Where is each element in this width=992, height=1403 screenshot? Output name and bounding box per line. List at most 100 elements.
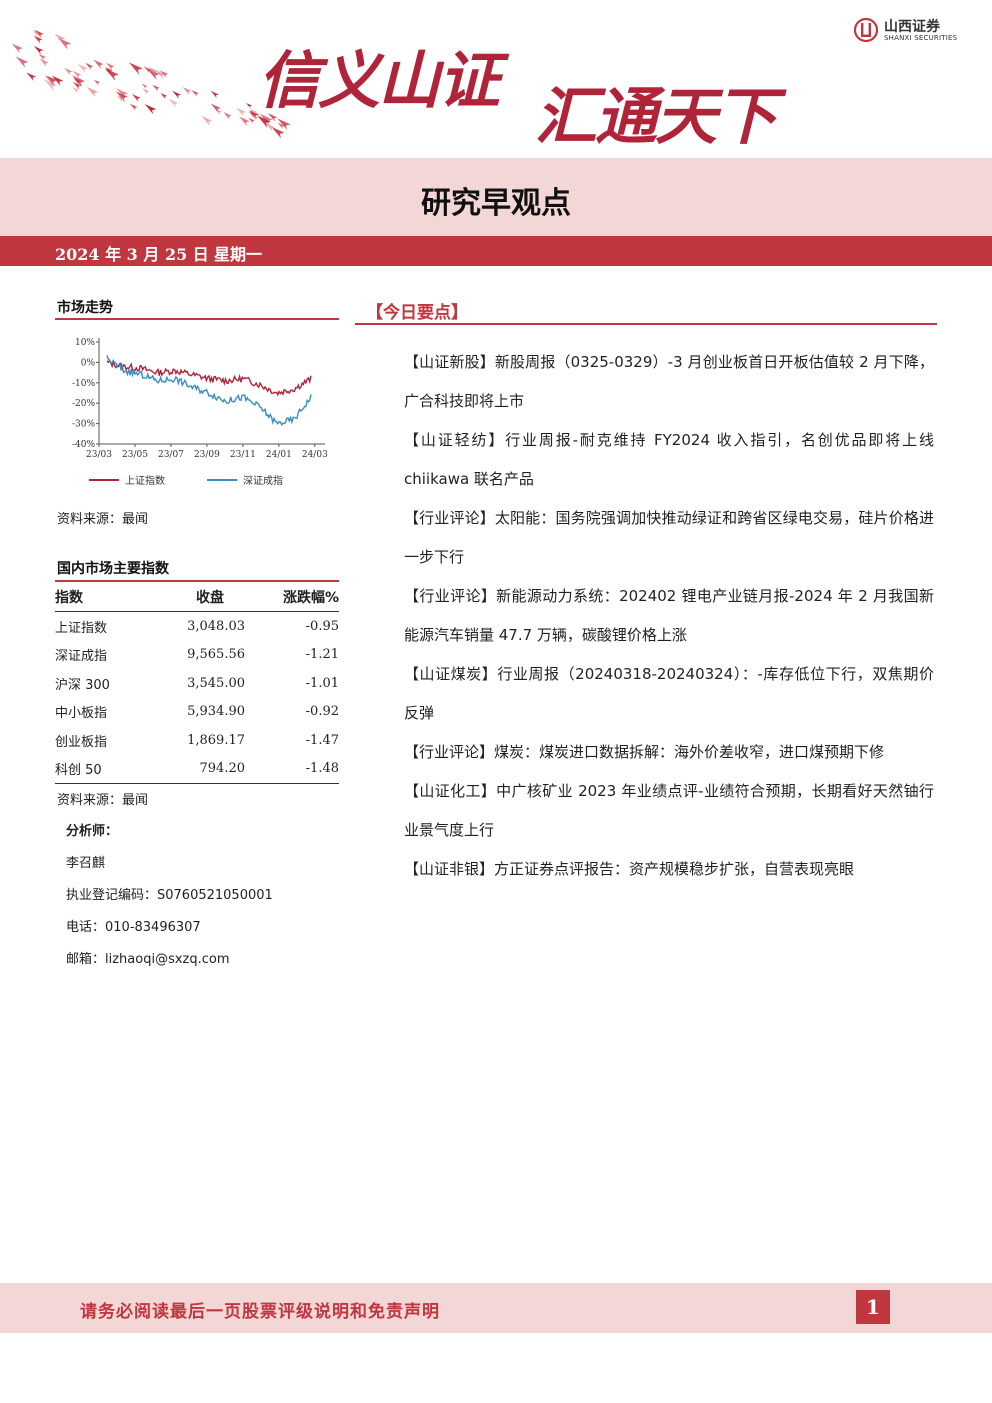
change-pct-cell: -0.92 [305,704,339,720]
x-tick-label: 23/11 [230,450,256,460]
col-header-index: 指数 [55,583,165,612]
highlight-item[interactable]: 【山证轻纺】行业周报-耐克维持 FY2024 收入指引，名创优品即将上线 chi… [404,421,934,499]
header-banner: 信义山证 汇通天下 山西证券 SHANXI SECURITIES [0,0,992,158]
y-tick-label: 10% [75,338,95,348]
table-row: 科创 50 794.20 -1.48 [55,754,339,784]
change-pct-cell: -1.47 [305,732,339,748]
highlight-item[interactable]: 【行业评论】新能源动力系统：202402 锂电产业链月报-2024 年 2 月我… [404,577,934,655]
arrow-shape [26,72,37,82]
report-date: 2024 年 3 月 25 日 [55,245,209,264]
close-value-cell: 3,545.00 [187,675,245,691]
date-band: 2024 年 3 月 25 日 星期一 [0,236,992,266]
change-pct-cell: -1.01 [305,675,339,691]
footer-band: 请务必阅读最后一页股票评级说明和免责声明 1 [0,1283,992,1333]
title-band: 研究早观点 [0,158,992,236]
arrow-shape [15,56,29,68]
arrow-shape [128,62,143,75]
highlight-item[interactable]: 【山证非银】方正证券点评报告：资产规模稳步扩张，自营表现亮眼 [404,850,934,889]
arrow-shape [144,104,157,115]
col-header-close: 收盘 [165,583,255,612]
section-divider [55,318,339,320]
analyst-info: 分析师： 李召麒 执业登记编码：S0760521050001 电话：010-83… [66,820,273,980]
series-line [106,358,312,397]
arrow-shape [93,79,101,86]
arrow-shape [182,87,192,96]
highlight-item[interactable]: 【山证化工】中广核矿业 2023 年业绩点评-业绩符合预期，长期看好天然铀行业景… [404,772,934,850]
arrow-shape [129,103,138,111]
index-name-cell: 创业板指 [55,734,108,750]
table-row: 沪深 300 3,545.00 -1.01 [55,669,339,698]
arrow-shape [191,90,199,97]
arrow-shape [246,102,253,109]
arrow-shape [210,90,219,99]
report-weekday: 星期一 [214,245,263,264]
change-pct-cell: -1.48 [255,754,339,784]
x-tick-label: 23/07 [158,450,184,460]
index-name-cell: 科创 50 [55,754,165,784]
arrow-shape [265,123,275,132]
arrow-shape [201,115,213,126]
market-trend-chart-svg: 10% 0% -10% -20% -30% -40%23/03 23/05 23/07 23/0… [72,338,328,487]
arrow-shape [131,94,141,102]
arrow-flock-graphic [11,29,291,139]
arrow-shape [77,63,88,74]
index-name-cell: 沪深 300 [55,677,110,693]
analyst-label: 分析师： [66,824,119,839]
highlight-item[interactable]: 【行业评论】太阳能：国务院强调加快推动绿证和跨省区绿电交易，硅片价格进一步下行 [404,499,934,577]
arrow-shape [93,59,104,69]
arrow-shape [33,35,43,44]
highlight-item[interactable]: 【山证煤炭】行业周报（20240318-20240324）：-库存低位下行，双焦… [404,655,934,733]
arrow-shape [236,107,246,117]
arrow-shape [160,92,168,100]
today-highlights-title: 【今日要点】 [366,303,468,323]
arrow-shape [142,88,150,95]
x-tick-label: 24/03 [302,450,328,460]
arrow-shape [64,67,73,76]
x-tick-label: 24/01 [266,450,292,460]
section-divider [355,323,937,325]
close-value-cell: 794.20 [165,754,255,784]
section-divider [55,580,339,582]
slogan-part1: 信义山证 [258,44,500,117]
series-line [106,355,312,427]
close-value-cell: 3,048.03 [187,618,245,634]
analyst-license: 执业登记编码：S0760521050001 [66,888,273,903]
chart-source: 资料来源：最闻 [57,512,149,527]
market-trend-title: 市场走势 [57,300,113,316]
table-row: 中小板指 5,934.90 -0.92 [55,698,339,727]
company-name-cn: 山西证券 [884,19,940,35]
highlight-item[interactable]: 【山证新股】新股周报（0325-0329）-3 月创业板首日开板估值较 2 月下… [404,343,934,421]
y-tick-label: 0% [81,358,96,368]
table-header-row: 指数 收盘 涨跌幅% [55,583,339,612]
close-value-cell: 1,869.17 [187,732,245,748]
arrow-shape [248,117,255,124]
arrow-shape [172,90,182,99]
arrow-shape [33,46,44,55]
y-tick-label: -10% [72,379,95,389]
arrow-shape [168,98,179,108]
arrow-shape [38,53,47,61]
company-logo-icon [854,18,878,42]
index-name-cell: 深证成指 [55,649,108,665]
analyst-email[interactable]: 邮箱：lizhaoqi@sxzq.com [66,948,273,980]
highlight-item[interactable]: 【行业评论】煤炭：煤炭进口数据拆解：海外价差收窄，进口煤预期下修 [404,733,934,772]
x-tick-label: 23/05 [122,450,148,460]
indices-table: 指数 收盘 涨跌幅% 上证指数 3,048.03 -0.95 深证成指 9,565.56… [55,583,339,784]
arrow-shape [39,58,49,67]
table-row: 深证成指 9,565.56 -1.21 [55,641,339,670]
slogan-part2: 汇通天下 [535,80,777,153]
arrow-shape [11,43,23,54]
index-name-cell: 上证指数 [55,620,108,636]
arrow-shape [223,112,232,120]
arrow-shape [239,116,250,127]
disclaimer-notice: 请务必阅读最后一页股票评级说明和免责声明 [80,1302,440,1322]
market-trend-chart: 10% 0% -10% -20% -30% -40% 23/03 23/05 23/07 23/0… [55,330,345,495]
table-row: 上证指数 3,048.03 -0.95 [55,612,339,641]
y-tick-label: -20% [72,399,95,409]
arrow-shape [141,83,148,89]
arrow-shape [152,84,160,92]
analyst-phone: 电话：010-83496307 [66,920,201,935]
change-pct-cell: -1.21 [305,647,339,663]
page-number: 1 [856,1290,890,1324]
x-tick-label: 23/09 [194,450,220,460]
